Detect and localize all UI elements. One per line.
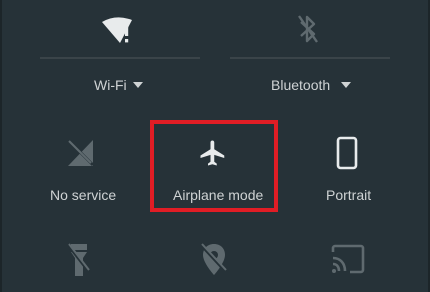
bluetooth-dropdown-icon[interactable] — [341, 82, 351, 88]
bluetooth-divider — [230, 57, 390, 59]
location-tile[interactable] — [185, 232, 245, 292]
phone-portrait-icon[interactable] — [336, 136, 358, 170]
portrait-label[interactable]: Portrait — [326, 187, 371, 203]
bluetooth-tile[interactable]: Bluetooth — [230, 0, 390, 108]
location-off-icon[interactable] — [200, 242, 228, 276]
bluetooth-label[interactable]: Bluetooth — [271, 77, 330, 93]
wifi-divider — [40, 57, 200, 59]
cast-icon[interactable] — [330, 244, 366, 274]
wifi-label[interactable]: Wi-Fi — [94, 77, 127, 93]
portrait-tile[interactable]: Portrait — [290, 120, 410, 212]
panel-left-edge — [0, 0, 2, 292]
flashlight-off-icon[interactable] — [68, 242, 90, 276]
wifi-tile[interactable]: Wi-Fi — [40, 0, 200, 108]
no-signal-icon[interactable] — [66, 138, 96, 168]
cast-tile[interactable] — [318, 232, 378, 292]
airplane-mode-highlight-box — [150, 120, 278, 212]
quick-settings-panel: Wi-Fi Bluetooth No service Airplane mode — [0, 0, 430, 292]
wifi-dropdown-icon[interactable] — [133, 82, 143, 88]
wifi-icon[interactable] — [100, 14, 140, 46]
no-service-label[interactable]: No service — [50, 187, 116, 203]
bluetooth-icon[interactable] — [296, 12, 320, 46]
no-service-tile[interactable]: No service — [30, 120, 150, 212]
flashlight-tile[interactable] — [50, 232, 110, 292]
